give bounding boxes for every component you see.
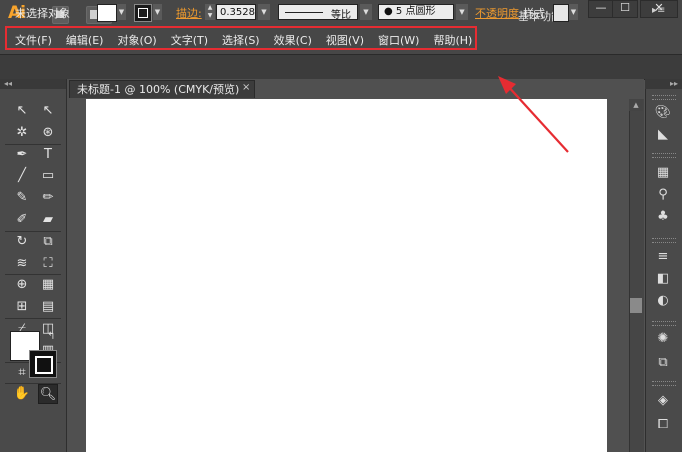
stroke-square-icon — [35, 356, 53, 374]
selection-status: 未选择对象 — [15, 7, 70, 20]
rotate-tool-icon[interactable]: ↻ — [12, 232, 32, 252]
style-label: 样式: — [523, 7, 549, 20]
profile-label: 等比 — [331, 10, 351, 21]
magic-wand-tool-icon[interactable]: ✲ — [12, 123, 32, 143]
perspective-grid-tool-icon[interactable]: ▦ — [38, 275, 58, 295]
lasso-tool-icon[interactable]: ⊛ — [38, 123, 58, 143]
color-guide-panel-icon[interactable]: ◣ — [654, 126, 672, 144]
panel-group-grip[interactable] — [652, 153, 676, 158]
stroke-weight-stepper[interactable]: ▲ ▼ — [205, 4, 215, 20]
panel-group-grip[interactable] — [652, 95, 676, 100]
vertical-scrollbar[interactable] — [629, 99, 644, 452]
direct-selection-tool-icon[interactable]: ↖ — [38, 101, 58, 121]
artboards-panel-icon[interactable]: ⧠ — [654, 416, 672, 434]
appearance-panel-icon[interactable]: ✺ — [654, 330, 672, 348]
style-dropdown-arrow[interactable]: ▼ — [569, 4, 578, 20]
selection-tool-icon[interactable]: ↖ — [12, 101, 32, 121]
gradient-tool-icon[interactable]: ▤ — [38, 297, 58, 317]
profile-line — [285, 12, 323, 13]
brush-label: 5 点圆形 — [395, 6, 436, 17]
zoom-tool-icon[interactable]: 🔍︎ — [38, 384, 58, 405]
minimize-button[interactable]: — — [588, 0, 614, 18]
stroke-color-swatch[interactable] — [134, 4, 152, 22]
fill-dropdown-arrow[interactable]: ▼ — [117, 4, 126, 20]
panel-group-grip[interactable] — [652, 321, 676, 326]
stroke-weight-input[interactable]: 0.3528 — [216, 4, 256, 20]
pencil-tool-icon[interactable]: ✏ — [38, 188, 58, 208]
opacity-link[interactable]: 不透明度 — [475, 5, 519, 21]
free-transform-tool-icon[interactable]: ⛶ — [38, 254, 58, 274]
layers-panel-icon[interactable]: ◈ — [654, 392, 672, 410]
shape-builder-tool-icon[interactable]: ⊕ — [12, 275, 32, 295]
document-tab[interactable]: 未标题-1 @ 100% (CMYK/预览) — [69, 80, 255, 98]
hand-tool-icon[interactable]: ✋ — [12, 384, 32, 404]
brush-dropdown-arrow[interactable]: ▼ — [456, 4, 468, 20]
gradient-panel-icon[interactable]: ◧ — [654, 270, 672, 288]
blob-brush-tool-icon[interactable]: ✐ — [12, 210, 32, 230]
swatches-panel-icon[interactable]: ▦ — [654, 164, 672, 182]
fill-color-swatch[interactable] — [97, 4, 117, 22]
symbols-panel-icon[interactable]: ♣ — [654, 208, 672, 226]
transparency-panel-icon[interactable]: ◐ — [654, 292, 672, 310]
menu-highlight-box — [5, 26, 477, 50]
pen-tool-icon[interactable]: ✒ — [12, 145, 32, 165]
graphic-style-swatch[interactable] — [553, 4, 569, 22]
paintbrush-tool-icon[interactable]: ✎ — [12, 188, 32, 208]
brush-definition[interactable]: ● 5 点圆形 — [378, 4, 454, 20]
variable-width-profile[interactable]: 等比 — [278, 4, 358, 21]
profile-dropdown-arrow[interactable]: ▼ — [360, 4, 372, 20]
stroke-dropdown-arrow[interactable]: ▼ — [153, 4, 162, 20]
eraser-tool-icon[interactable]: ▰ — [38, 210, 58, 230]
warp-tool-icon[interactable]: ≋ — [12, 254, 32, 274]
stroke-link[interactable]: 描边: — [176, 5, 202, 21]
maximize-button[interactable]: ☐ — [612, 0, 638, 18]
type-tool-icon[interactable]: T — [38, 145, 58, 165]
panel-group-grip[interactable] — [652, 238, 676, 243]
scroll-up-icon[interactable]: ▲ — [629, 99, 643, 111]
control-panel-menu-icon[interactable]: ▸≡ — [652, 5, 665, 16]
scrollbar-thumb[interactable] — [630, 298, 642, 313]
mesh-tool-icon[interactable]: ⊞ — [12, 297, 32, 317]
panel-dock-expand-icon[interactable]: ▸▸ — [645, 79, 682, 89]
brushes-panel-icon[interactable]: ⚲ — [654, 186, 672, 204]
rectangle-tool-icon[interactable]: ▭ — [38, 166, 58, 186]
scale-tool-icon[interactable]: ⧉ — [38, 232, 58, 252]
tools-panel-collapse-icon[interactable]: ◂◂ — [0, 79, 66, 89]
panel-group-grip[interactable] — [652, 381, 676, 386]
graphic-styles-panel-icon[interactable]: ⧉ — [654, 354, 672, 372]
close-icon[interactable]: × — [242, 82, 250, 93]
line-tool-icon[interactable]: ╱ — [12, 166, 32, 186]
annotation-arrow — [498, 76, 569, 153]
stroke-panel-icon[interactable]: ≡ — [654, 248, 672, 266]
swap-fill-stroke-icon[interactable]: ↰ — [47, 331, 55, 342]
stroke-color-box[interactable] — [29, 350, 57, 378]
color-panel-icon[interactable]: 🎨︎ — [654, 104, 672, 122]
stroke-weight-dropdown[interactable]: ▼ — [258, 4, 270, 20]
stroke-square-icon — [138, 8, 148, 18]
